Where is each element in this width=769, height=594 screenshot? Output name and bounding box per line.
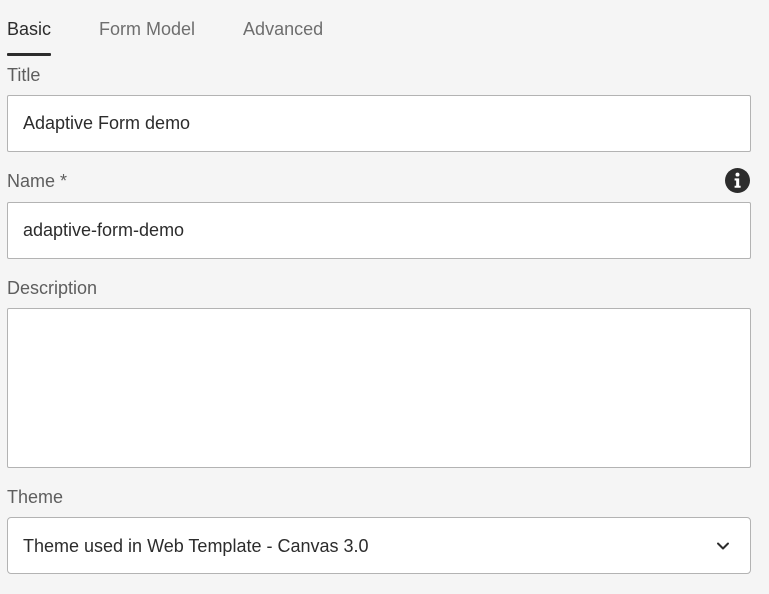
theme-selected-value: Theme used in Web Template - Canvas 3.0 bbox=[23, 536, 369, 556]
tab-form-model[interactable]: Form Model bbox=[99, 0, 195, 56]
description-label: Description bbox=[7, 278, 98, 298]
chevron-down-icon bbox=[717, 542, 729, 550]
tab-advanced[interactable]: Advanced bbox=[243, 0, 323, 56]
name-input[interactable] bbox=[7, 202, 751, 259]
theme-label: Theme bbox=[7, 487, 64, 507]
info-icon[interactable] bbox=[725, 168, 750, 193]
form-properties-panel: Basic Form Model Advanced Title Name * D… bbox=[0, 0, 769, 594]
tab-bar: Basic Form Model Advanced bbox=[7, 0, 371, 56]
title-input[interactable] bbox=[7, 95, 751, 152]
name-label: Name * bbox=[7, 171, 68, 191]
description-textarea[interactable] bbox=[7, 308, 751, 468]
title-label: Title bbox=[7, 65, 41, 85]
tab-basic[interactable]: Basic bbox=[7, 0, 52, 56]
theme-select[interactable]: Theme used in Web Template - Canvas 3.0 bbox=[7, 517, 751, 574]
